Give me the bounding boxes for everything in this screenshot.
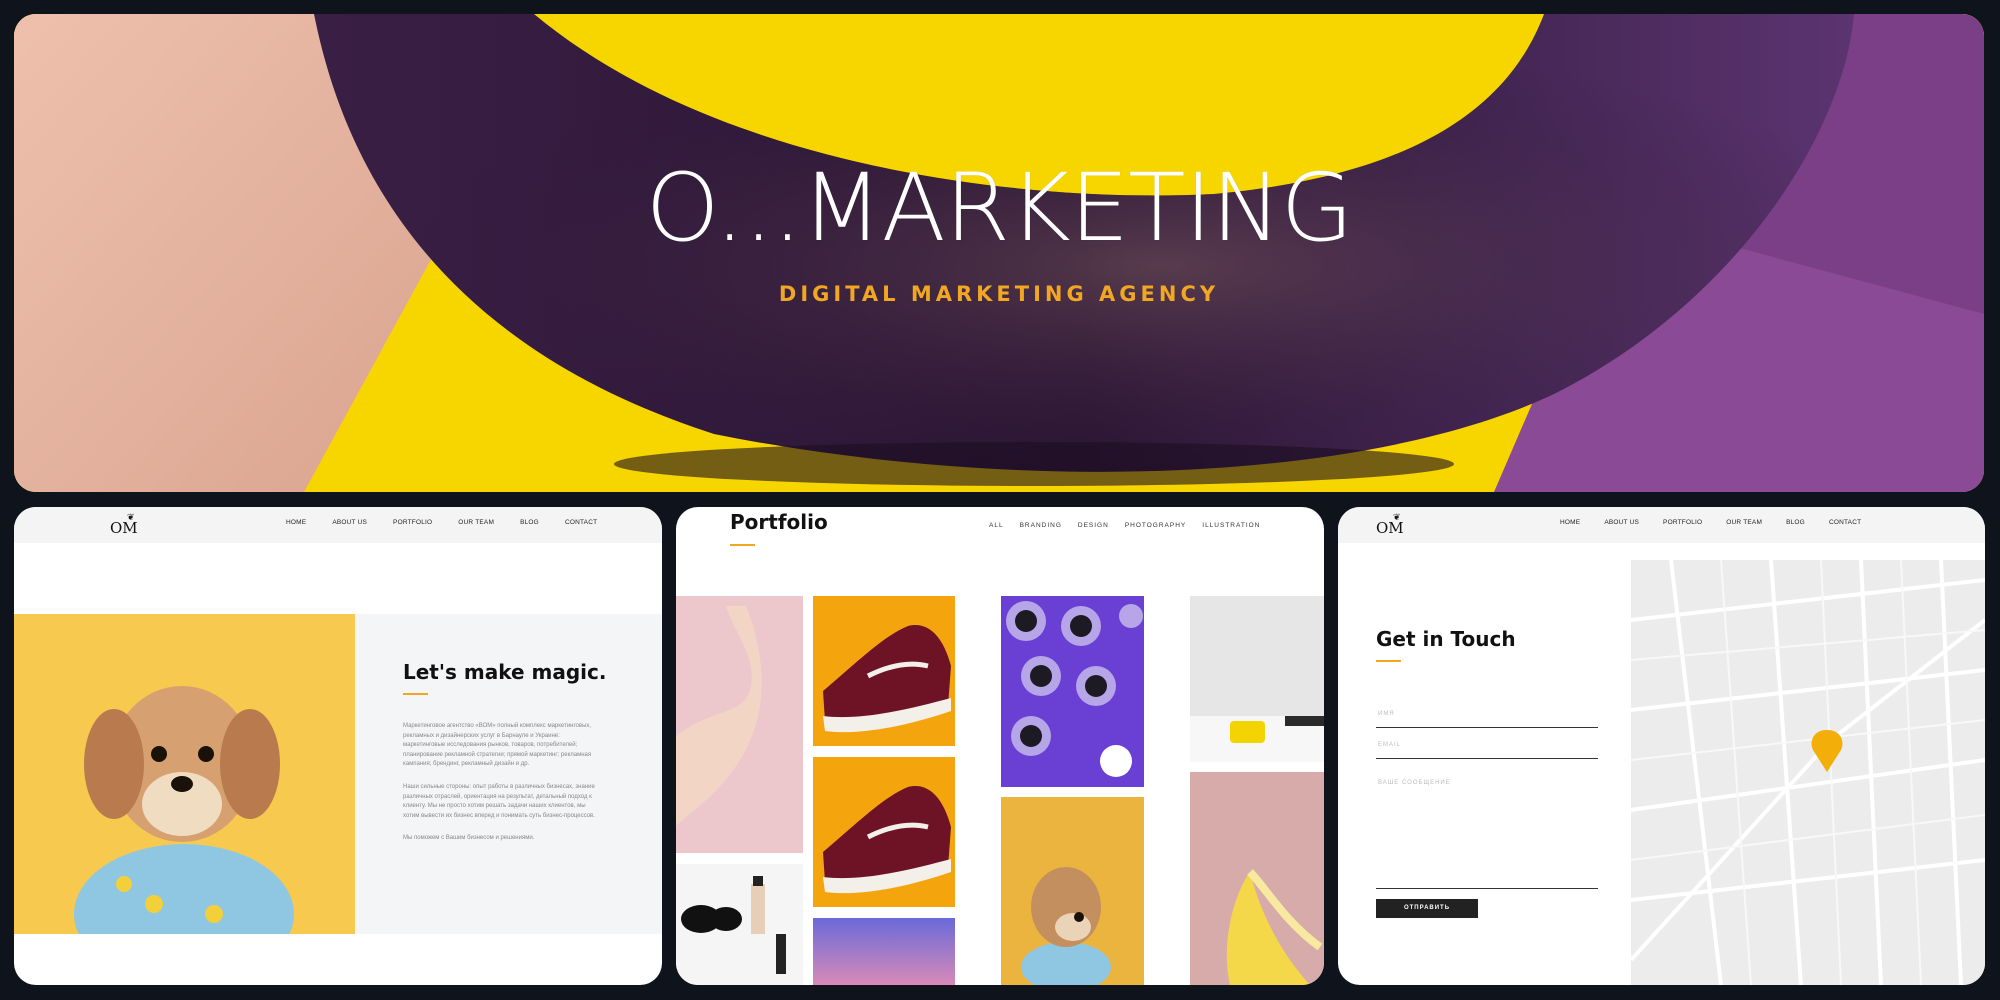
leaf-icon: ❦ [1393, 513, 1401, 523]
portfolio-item-sneaker-1[interactable] [813, 596, 955, 746]
dog-photo [14, 614, 355, 934]
portfolio-item-sneaker-2[interactable] [813, 757, 955, 907]
name-placeholder: ИМЯ [1378, 711, 1395, 717]
nav-blog[interactable]: BLOG [1786, 519, 1805, 526]
nav-home[interactable]: HOME [286, 519, 306, 526]
portfolio-item-desk[interactable] [1190, 596, 1324, 762]
hero-subtitle: DIGITAL MARKETING AGENCY [778, 282, 1220, 306]
about-paragraph-3: Мы поможем с Вашим бизнесом и решениями. [403, 835, 535, 841]
nav-team[interactable]: OUR TEAM [1726, 519, 1762, 526]
nav-about[interactable]: ABOUT US [1604, 519, 1639, 526]
about-title: Let's make magic. [403, 660, 607, 684]
hero-title: O...MARKETING [645, 154, 1354, 263]
nav-portfolio[interactable]: PORTFOLIO [1663, 519, 1702, 526]
title-accent-line [1376, 660, 1401, 662]
message-field[interactable]: ВАШЕ СООБЩЕНИЕ [1376, 769, 1598, 889]
top-nav: OM ❦ HOME ABOUT US PORTFOLIO OUR TEAM BLO… [14, 507, 662, 543]
filter-design[interactable]: DESIGN [1078, 522, 1109, 529]
nav-contact[interactable]: CONTACT [565, 519, 597, 526]
portfolio-item-cups[interactable] [1001, 596, 1144, 787]
about-preview-card: OM ❦ HOME ABOUT US PORTFOLIO OUR TEAM BLO… [14, 507, 662, 985]
filter-photography[interactable]: PHOTOGRAPHY [1125, 522, 1186, 529]
email-placeholder: EMAIL [1378, 742, 1402, 748]
about-paragraph-1: Маркетинговое агентство «ВОМ» полный ком… [403, 723, 592, 767]
portfolio-item-cosmetics[interactable] [676, 864, 803, 985]
portfolio-item-sky[interactable] [813, 918, 955, 985]
portfolio-filters: ALL BRANDING DESIGN PHOTOGRAPHY ILLUSTRA… [989, 522, 1276, 529]
leaf-icon: ❦ [127, 513, 135, 523]
nav-portfolio[interactable]: PORTFOLIO [393, 519, 432, 526]
top-nav: OM ❦ HOME ABOUT US PORTFOLIO OUR TEAM BLO… [1338, 507, 1985, 543]
location-map[interactable] [1631, 560, 1985, 985]
contact-preview-card: OM ❦ HOME ABOUT US PORTFOLIO OUR TEAM BLO… [1338, 507, 1985, 985]
portfolio-item-dog[interactable] [1001, 797, 1144, 985]
portfolio-title: Portfolio [730, 510, 828, 534]
nav-team[interactable]: OUR TEAM [458, 519, 494, 526]
title-accent-line [730, 544, 755, 546]
email-field[interactable]: EMAIL [1376, 731, 1598, 759]
contact-title: Get in Touch [1376, 627, 1516, 651]
message-placeholder: ВАШЕ СООБЩЕНИЕ [1378, 780, 1451, 786]
nav-home[interactable]: HOME [1560, 519, 1580, 526]
filter-branding[interactable]: BRANDING [1020, 522, 1062, 529]
portfolio-item-hand[interactable] [676, 596, 803, 853]
hero-banner: O...MARKETING DIGITAL MARKETING AGENCY [14, 14, 1984, 492]
title-accent-line [403, 693, 428, 695]
nav-links: HOME ABOUT US PORTFOLIO OUR TEAM BLOG CO… [286, 519, 597, 526]
portfolio-preview-card: Portfolio ALL BRANDING DESIGN PHOTOGRAPH… [676, 507, 1324, 985]
filter-all[interactable]: ALL [989, 522, 1004, 529]
submit-button[interactable]: ОТПРАВИТЬ [1376, 899, 1478, 918]
portfolio-item-banana[interactable] [1190, 772, 1324, 985]
filter-illustration[interactable]: ILLUSTRATION [1202, 522, 1260, 529]
name-field[interactable]: ИМЯ [1376, 700, 1598, 728]
nav-blog[interactable]: BLOG [520, 519, 539, 526]
about-paragraph-2: Наши сильные стороны: опыт работы в разл… [403, 784, 595, 819]
nav-links: HOME ABOUT US PORTFOLIO OUR TEAM BLOG CO… [1560, 519, 1861, 526]
nav-about[interactable]: ABOUT US [332, 519, 367, 526]
site-logo[interactable]: OM ❦ [1376, 513, 1404, 537]
site-logo[interactable]: OM ❦ [110, 513, 138, 537]
nav-contact[interactable]: CONTACT [1829, 519, 1861, 526]
